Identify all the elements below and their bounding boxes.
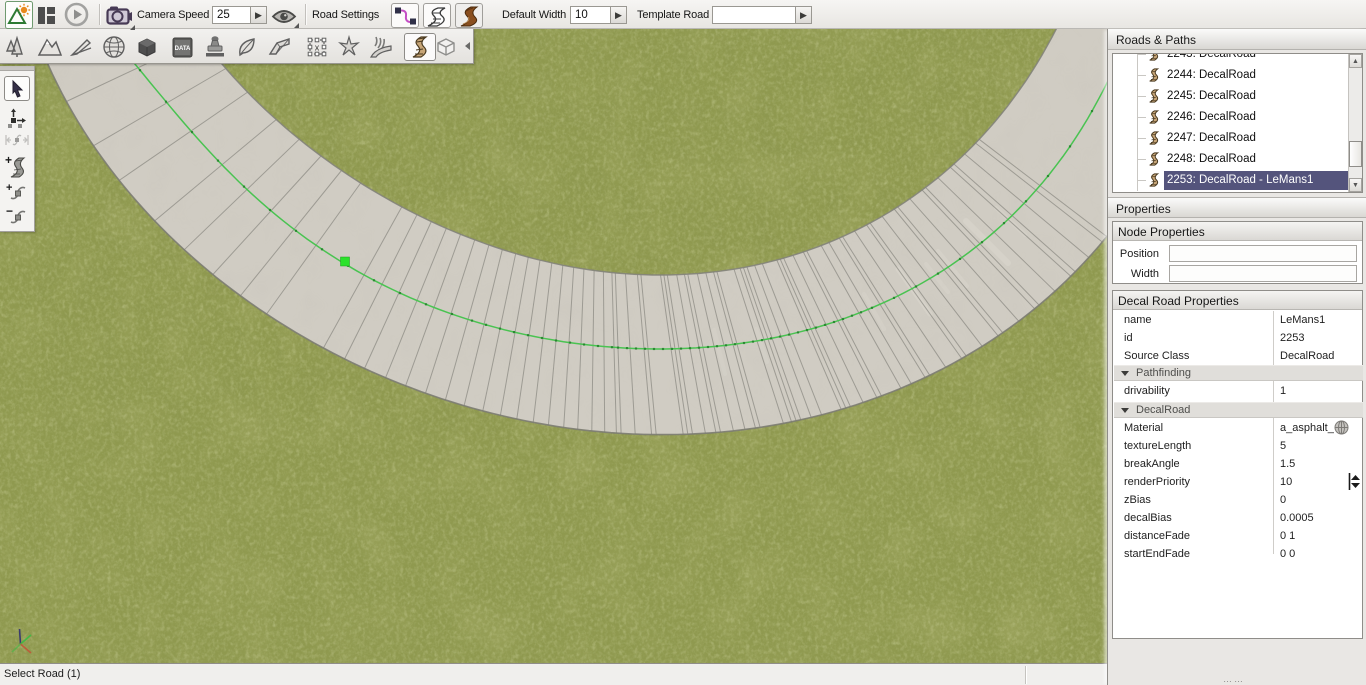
svg-text:x: x	[315, 43, 320, 53]
svg-text:−: −	[6, 206, 13, 218]
svg-text:+: +	[6, 182, 12, 194]
svg-text:+: +	[5, 154, 12, 167]
svg-text:DATA: DATA	[175, 46, 191, 52]
